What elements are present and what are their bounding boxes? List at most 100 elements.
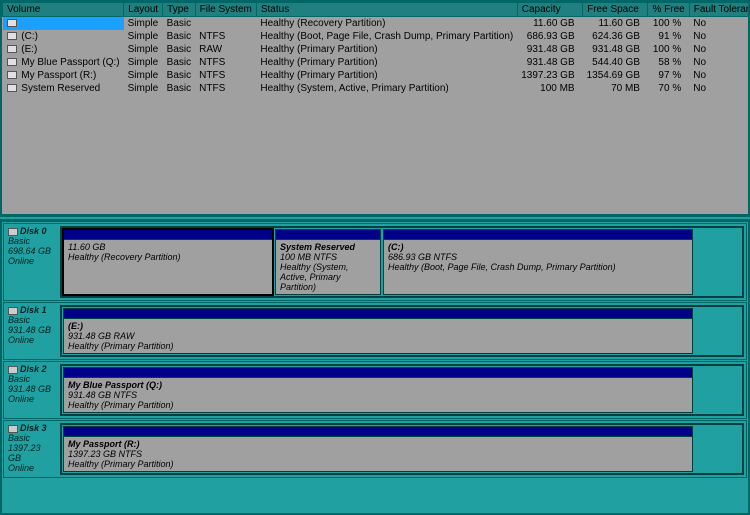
- volume-cell: No: [689, 43, 750, 56]
- disk-icon: [8, 228, 18, 236]
- volume-cell: NTFS: [195, 69, 256, 82]
- volume-cell: No: [689, 30, 750, 43]
- volume-cell: Healthy (Primary Partition): [256, 56, 517, 69]
- volume-cell: (E:): [3, 43, 124, 56]
- volume-cell: Simple: [124, 17, 163, 31]
- volume-cell: 11.60 GB: [517, 17, 582, 31]
- disk-info: Disk 3Basic1397.23 GBOnline: [4, 421, 58, 477]
- volume-cell: No: [689, 69, 750, 82]
- disk-row[interactable]: Disk 3Basic1397.23 GBOnlineMy Passport (…: [3, 420, 747, 478]
- volume-cell: Healthy (Primary Partition): [256, 69, 517, 82]
- partition-color-bar: [64, 309, 692, 319]
- volume-icon: [7, 45, 17, 53]
- disk-row[interactable]: Disk 2Basic931.48 GBOnlineMy Blue Passpo…: [3, 361, 747, 419]
- disk-row[interactable]: Disk 0Basic698.64 GBOnline11.60 GBHealth…: [3, 223, 747, 301]
- volume-cell: Basic: [163, 82, 195, 95]
- volume-cell: 686.93 GB: [517, 30, 582, 43]
- col-header[interactable]: Free Space: [583, 3, 648, 17]
- disk-info: Disk 0Basic698.64 GBOnline: [4, 224, 58, 300]
- col-header[interactable]: Volume: [3, 3, 124, 17]
- disk-partitions: My Passport (R:)1397.23 GB NTFSHealthy (…: [60, 423, 744, 475]
- volume-cell: 100 %: [648, 17, 689, 31]
- disk-partitions: My Blue Passport (Q:)931.48 GB NTFSHealt…: [60, 364, 744, 416]
- volume-table[interactable]: VolumeLayoutTypeFile SystemStatusCapacit…: [2, 2, 750, 95]
- volume-cell: Basic: [163, 30, 195, 43]
- volume-cell: System Reserved: [3, 82, 124, 95]
- partition-color-bar: [64, 427, 692, 437]
- volume-cell: 97 %: [648, 69, 689, 82]
- volume-cell: 91 %: [648, 30, 689, 43]
- volume-cell: Basic: [163, 43, 195, 56]
- volume-cell: No: [689, 56, 750, 69]
- disk-icon: [8, 307, 18, 315]
- volume-cell: 1397.23 GB: [517, 69, 582, 82]
- partition[interactable]: (E:)931.48 GB RAWHealthy (Primary Partit…: [63, 308, 693, 354]
- volume-row[interactable]: My Blue Passport (Q:)SimpleBasicNTFSHeal…: [3, 56, 750, 69]
- volume-cell: 58 %: [648, 56, 689, 69]
- volume-row[interactable]: System ReservedSimpleBasicNTFSHealthy (S…: [3, 82, 750, 95]
- volume-cell: No: [689, 17, 750, 31]
- partition-color-bar: [64, 230, 272, 240]
- volume-cell: Simple: [124, 69, 163, 82]
- partition[interactable]: My Passport (R:)1397.23 GB NTFSHealthy (…: [63, 426, 693, 472]
- partition-color-bar: [64, 368, 692, 378]
- volume-icon: [7, 84, 17, 92]
- volume-cell: 11.60 GB: [583, 17, 648, 31]
- volume-cell: NTFS: [195, 56, 256, 69]
- volume-icon: [7, 32, 17, 40]
- volume-row[interactable]: My Passport (R:)SimpleBasicNTFSHealthy (…: [3, 69, 750, 82]
- volume-cell: Simple: [124, 82, 163, 95]
- partition-body: My Blue Passport (Q:)931.48 GB NTFSHealt…: [64, 378, 692, 412]
- col-header[interactable]: Type: [163, 3, 195, 17]
- col-header[interactable]: File System: [195, 3, 256, 17]
- col-header[interactable]: Status: [256, 3, 517, 17]
- disk-info: Disk 2Basic931.48 GBOnline: [4, 362, 58, 418]
- volume-cell: My Blue Passport (Q:): [3, 56, 124, 69]
- volume-cell: Basic: [163, 56, 195, 69]
- disk-partitions: (E:)931.48 GB RAWHealthy (Primary Partit…: [60, 305, 744, 357]
- volume-cell: NTFS: [195, 82, 256, 95]
- volume-cell: Healthy (Boot, Page File, Crash Dump, Pr…: [256, 30, 517, 43]
- partition[interactable]: My Blue Passport (Q:)931.48 GB NTFSHealt…: [63, 367, 693, 413]
- col-header[interactable]: % Free: [648, 3, 689, 17]
- volume-cell: No: [689, 82, 750, 95]
- volume-cell: 1354.69 GB: [583, 69, 648, 82]
- volume-cell: 70 MB: [583, 82, 648, 95]
- volume-row[interactable]: (E:)SimpleBasicRAWHealthy (Primary Parti…: [3, 43, 750, 56]
- col-header[interactable]: Layout: [124, 3, 163, 17]
- volume-cell: 100 MB: [517, 82, 582, 95]
- volume-icon: [7, 19, 17, 27]
- volume-cell: Healthy (System, Active, Primary Partiti…: [256, 82, 517, 95]
- volume-cell: 931.48 GB: [583, 43, 648, 56]
- volume-cell: Healthy (Primary Partition): [256, 43, 517, 56]
- partition-body: 11.60 GBHealthy (Recovery Partition): [64, 240, 272, 294]
- volume-icon: [7, 71, 17, 79]
- disk-map-pane[interactable]: Disk 0Basic698.64 GBOnline11.60 GBHealth…: [0, 220, 750, 515]
- disk-row[interactable]: Disk 1Basic931.48 GBOnline (E:)931.48 GB…: [3, 302, 747, 360]
- volume-cell: Basic: [163, 69, 195, 82]
- volume-cell: Basic: [163, 17, 195, 31]
- disk-partitions: 11.60 GBHealthy (Recovery Partition)Syst…: [60, 226, 744, 298]
- volume-list-pane[interactable]: VolumeLayoutTypeFile SystemStatusCapacit…: [0, 0, 750, 216]
- partition-color-bar: [384, 230, 692, 240]
- volume-cell: 931.48 GB: [517, 56, 582, 69]
- col-header[interactable]: Fault Tolerance: [689, 3, 750, 17]
- partition[interactable]: System Reserved100 MB NTFSHealthy (Syste…: [275, 229, 381, 295]
- volume-cell: [195, 17, 256, 31]
- volume-cell: Simple: [124, 30, 163, 43]
- volume-cell: 931.48 GB: [517, 43, 582, 56]
- partition-body: System Reserved100 MB NTFSHealthy (Syste…: [276, 240, 380, 294]
- partition[interactable]: (C:)686.93 GB NTFSHealthy (Boot, Page Fi…: [383, 229, 693, 295]
- col-header[interactable]: Capacity: [517, 3, 582, 17]
- volume-row[interactable]: (C:)SimpleBasicNTFSHealthy (Boot, Page F…: [3, 30, 750, 43]
- volume-cell: 100 %: [648, 43, 689, 56]
- volume-row[interactable]: SimpleBasicHealthy (Recovery Partition)1…: [3, 17, 750, 31]
- partition-color-bar: [276, 230, 380, 240]
- volume-cell: NTFS: [195, 30, 256, 43]
- volume-cell: 70 %: [648, 82, 689, 95]
- partition[interactable]: 11.60 GBHealthy (Recovery Partition): [63, 229, 273, 295]
- volume-cell: Simple: [124, 43, 163, 56]
- volume-cell: [3, 17, 124, 31]
- volume-cell: Healthy (Recovery Partition): [256, 17, 517, 31]
- partition-body: My Passport (R:)1397.23 GB NTFSHealthy (…: [64, 437, 692, 471]
